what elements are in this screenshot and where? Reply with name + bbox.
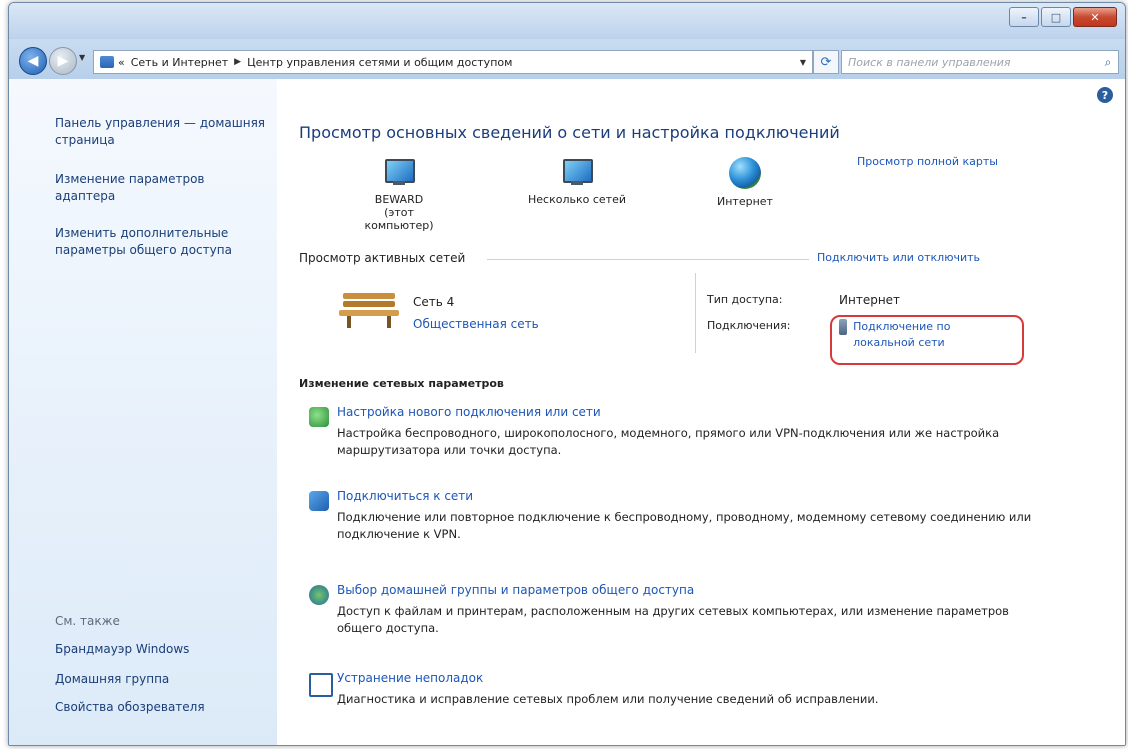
new-connection-icon <box>309 407 329 427</box>
see-also-label: См. также <box>55 614 120 628</box>
navigation-bar: ◀ ▶ ▼ « Сеть и Интернет ▶ Центр управлен… <box>9 39 1125 79</box>
task-title[interactable]: Устранение неполадок <box>337 671 1057 685</box>
node-multiple-networks[interactable]: Несколько сетей <box>517 157 637 206</box>
page-title: Просмотр основных сведений о сети и наст… <box>299 123 840 142</box>
networks-icon <box>559 157 595 187</box>
node-networks-name: Несколько сетей <box>528 193 626 206</box>
task-description: Доступ к файлам и принтерам, расположенн… <box>337 604 1009 635</box>
connections-label: Подключения: <box>707 319 791 332</box>
sidebar-link-internet-options[interactable]: Свойства обозревателя <box>55 699 265 716</box>
task-description: Диагностика и исправление сетевых пробле… <box>337 692 879 706</box>
access-type-label: Тип доступа: <box>707 293 783 306</box>
network-name: Сеть 4 <box>413 295 455 309</box>
sidebar-link-homegroup[interactable]: Домашняя группа <box>55 671 265 688</box>
search-placeholder: Поиск в панели управления <box>848 55 1011 69</box>
sidebar: Панель управления — домашняя страница Из… <box>9 79 277 745</box>
globe-icon <box>729 157 761 189</box>
maximize-button[interactable]: □ <box>1041 7 1071 27</box>
history-dropdown-icon[interactable]: ▼ <box>79 53 85 62</box>
connect-disconnect-link[interactable]: Подключить или отключить <box>817 251 980 264</box>
search-icon[interactable]: ⌕ <box>1098 55 1118 70</box>
task-title[interactable]: Выбор домашней группы и параметров общег… <box>337 583 1057 597</box>
network-folder-icon <box>100 56 114 68</box>
public-network-bench-icon[interactable] <box>339 289 399 329</box>
control-panel-window: – □ ✕ ◀ ▶ ▼ « Сеть и Интернет ▶ Центр уп… <box>8 2 1126 746</box>
forward-button[interactable]: ▶ <box>49 47 77 75</box>
search-box[interactable]: Поиск в панели управления ⌕ <box>841 50 1119 74</box>
sidebar-link-adapter-settings[interactable]: Изменение параметров адаптера <box>55 171 265 205</box>
help-icon[interactable]: ? <box>1097 87 1113 103</box>
back-button[interactable]: ◀ <box>19 47 47 75</box>
sidebar-link-firewall[interactable]: Брандмауэр Windows <box>55 641 265 658</box>
computer-icon <box>381 157 417 187</box>
network-type-link[interactable]: Общественная сеть <box>413 317 539 331</box>
close-button[interactable]: ✕ <box>1073 7 1117 27</box>
connect-network-icon <box>309 491 329 511</box>
sidebar-link-advanced-sharing[interactable]: Изменить дополнительные параметры общего… <box>55 225 265 259</box>
active-networks-label: Просмотр активных сетей <box>299 251 466 265</box>
breadcrumb-network-center[interactable]: Центр управления сетями и общим доступом <box>247 56 512 69</box>
task-title[interactable]: Подключиться к сети <box>337 489 1057 503</box>
main-content: ? Просмотр основных сведений о сети и на… <box>277 79 1125 745</box>
node-this-computer[interactable]: BEWARD (этот компьютер) <box>349 157 449 232</box>
breadcrumb-network-internet[interactable]: Сеть и Интернет <box>131 56 228 69</box>
task-new-connection: Настройка нового подключения или сети На… <box>309 405 1057 459</box>
refresh-button[interactable]: ⟳ <box>813 50 839 74</box>
task-title[interactable]: Настройка нового подключения или сети <box>337 405 1057 419</box>
sidebar-link-home[interactable]: Панель управления — домашняя страница <box>55 115 265 149</box>
task-troubleshoot: Устранение неполадок Диагностика и испра… <box>309 671 1057 708</box>
address-dropdown-icon[interactable]: ▼ <box>800 58 806 67</box>
caption-buttons: – □ ✕ <box>1007 7 1117 27</box>
homegroup-icon <box>309 585 329 605</box>
node-internet-name: Интернет <box>717 195 773 208</box>
minimize-button[interactable]: – <box>1009 7 1039 27</box>
change-settings-label: Изменение сетевых параметров <box>299 377 504 390</box>
node-computer-name: BEWARD <box>374 193 424 206</box>
troubleshoot-icon <box>309 673 333 697</box>
task-description: Настройка беспроводного, широкополосного… <box>337 426 1000 457</box>
task-homegroup: Выбор домашней группы и параметров общег… <box>309 583 1057 637</box>
task-connect-network: Подключиться к сети Подключение или повт… <box>309 489 1057 543</box>
node-internet[interactable]: Интернет <box>705 157 785 208</box>
divider <box>487 259 809 260</box>
full-map-link[interactable]: Просмотр полной карты <box>857 155 998 168</box>
connection-highlight-annotation <box>830 315 1024 365</box>
node-computer-sub: (этот компьютер) <box>364 206 434 232</box>
title-bar: – □ ✕ <box>9 3 1125 39</box>
address-bar[interactable]: « Сеть и Интернет ▶ Центр управления сет… <box>93 50 813 74</box>
breadcrumb-separator-icon[interactable]: ▶ <box>234 57 241 67</box>
task-description: Подключение или повторное подключение к … <box>337 510 1032 541</box>
divider <box>695 273 696 353</box>
access-type-value: Интернет <box>839 293 901 307</box>
address-prefix: « <box>118 55 125 69</box>
